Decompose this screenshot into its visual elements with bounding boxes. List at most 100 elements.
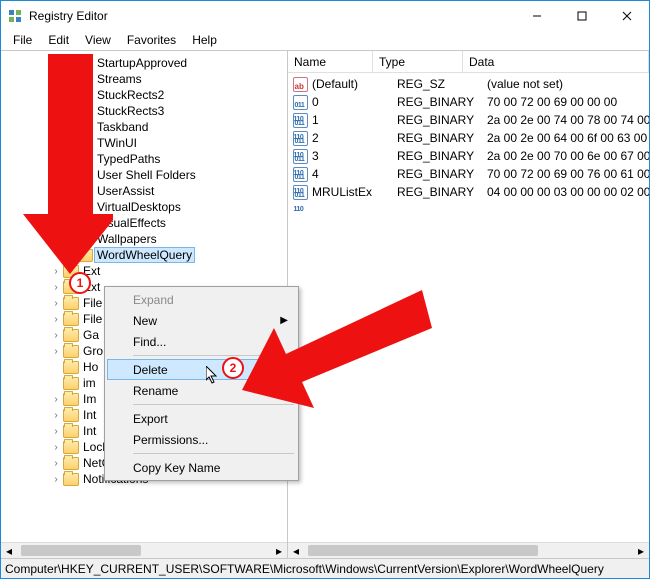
scroll-left-icon[interactable]: ◂ bbox=[288, 543, 304, 558]
folder-icon bbox=[63, 329, 79, 342]
scroll-right-icon[interactable]: ▸ bbox=[271, 543, 287, 558]
expand-icon[interactable]: › bbox=[63, 200, 77, 214]
annotation-marker-1: 1 bbox=[69, 272, 91, 294]
value-row[interactable]: 0111100REG_BINARY70 00 72 00 69 00 00 00 bbox=[288, 93, 649, 111]
maximize-button[interactable] bbox=[559, 1, 604, 30]
value-type: REG_BINARY bbox=[392, 95, 482, 109]
tree-item-label: User Shell Folders bbox=[97, 168, 196, 182]
value-name: (Default) bbox=[312, 77, 392, 91]
tree-item[interactable]: › TWinUI bbox=[1, 135, 287, 151]
minimize-button[interactable] bbox=[514, 1, 559, 30]
expand-icon[interactable]: › bbox=[49, 392, 63, 406]
value-row[interactable]: 0111103REG_BINARY2a 00 2e 00 70 00 6e 00… bbox=[288, 147, 649, 165]
tree-item[interactable]: TypedPaths bbox=[1, 151, 287, 167]
expand-icon[interactable]: › bbox=[49, 472, 63, 486]
tree-item-label: Wallpapers bbox=[97, 232, 157, 246]
expand-icon[interactable]: › bbox=[49, 408, 63, 422]
scroll-right-icon[interactable]: ▸ bbox=[633, 543, 649, 558]
expand-icon[interactable]: › bbox=[63, 72, 77, 86]
menu-edit[interactable]: Edit bbox=[40, 31, 77, 49]
tree-item[interactable]: WordWheelQuery bbox=[1, 247, 287, 263]
expand-icon[interactable]: › bbox=[49, 280, 63, 294]
folder-icon bbox=[77, 185, 93, 198]
values-list[interactable]: ab(Default)REG_SZ(value not set)0111100R… bbox=[288, 73, 649, 201]
binary-value-icon: 011110 bbox=[292, 166, 308, 182]
tree-item[interactable]: StuckRects2 bbox=[1, 87, 287, 103]
tree-item[interactable]: › Streams bbox=[1, 71, 287, 87]
scroll-thumb[interactable] bbox=[21, 545, 141, 556]
folder-icon bbox=[77, 169, 93, 182]
expand-icon[interactable]: › bbox=[63, 136, 77, 150]
tree-item[interactable]: › StartupApproved bbox=[1, 55, 287, 71]
expand-icon[interactable]: › bbox=[49, 328, 63, 342]
expand-icon[interactable]: › bbox=[63, 56, 77, 70]
values-hscrollbar[interactable]: ◂ ▸ bbox=[288, 542, 649, 558]
expand-icon[interactable] bbox=[63, 104, 77, 118]
string-value-icon: ab bbox=[292, 76, 308, 92]
menu-help[interactable]: Help bbox=[184, 31, 225, 49]
tree-item[interactable]: User Shell Folders bbox=[1, 167, 287, 183]
value-row[interactable]: 011110MRUListExREG_BINARY04 00 00 00 03 … bbox=[288, 183, 649, 201]
expand-icon[interactable] bbox=[63, 168, 77, 182]
tree-item[interactable]: StuckRects3 bbox=[1, 103, 287, 119]
folder-icon bbox=[63, 297, 79, 310]
values-pane[interactable]: Name Type Data ab(Default)REG_SZ(value n… bbox=[288, 51, 649, 558]
tree-item-label: Streams bbox=[97, 72, 142, 86]
expand-icon[interactable]: › bbox=[63, 216, 77, 230]
tree-item-label: Int bbox=[83, 424, 96, 438]
column-data[interactable]: Data bbox=[463, 51, 649, 72]
tree-item[interactable]: Taskband bbox=[1, 119, 287, 135]
folder-icon bbox=[77, 89, 93, 102]
ctx-rename[interactable]: Rename bbox=[107, 380, 296, 401]
expand-icon[interactable]: › bbox=[49, 296, 63, 310]
value-name: MRUListEx bbox=[312, 185, 392, 199]
ctx-export[interactable]: Export bbox=[107, 408, 296, 429]
tree-item-label: File bbox=[83, 312, 102, 326]
tree-hscrollbar[interactable]: ◂ ▸ bbox=[1, 542, 287, 558]
menu-favorites[interactable]: Favorites bbox=[119, 31, 184, 49]
expand-icon[interactable] bbox=[63, 120, 77, 134]
scroll-left-icon[interactable]: ◂ bbox=[1, 543, 17, 558]
ctx-permissions[interactable]: Permissions... bbox=[107, 429, 296, 450]
ctx-copy-key-name[interactable]: Copy Key Name bbox=[107, 457, 296, 478]
tree-item[interactable]: › Wallpapers bbox=[1, 231, 287, 247]
ctx-delete[interactable]: Delete bbox=[107, 359, 296, 380]
expand-icon[interactable]: › bbox=[63, 184, 77, 198]
tree-item[interactable]: ›VisualEffects bbox=[1, 215, 287, 231]
expand-icon[interactable] bbox=[63, 88, 77, 102]
scroll-thumb[interactable] bbox=[308, 545, 538, 556]
expand-icon[interactable]: › bbox=[49, 456, 63, 470]
folder-icon bbox=[63, 409, 79, 422]
expand-icon[interactable] bbox=[49, 360, 63, 374]
menu-view[interactable]: View bbox=[77, 31, 119, 49]
value-row[interactable]: 0111101REG_BINARY2a 00 2e 00 74 00 78 00… bbox=[288, 111, 649, 129]
expand-icon[interactable]: › bbox=[49, 264, 63, 278]
tree-item[interactable]: ›UserAssist bbox=[1, 183, 287, 199]
expand-icon[interactable]: › bbox=[49, 344, 63, 358]
expand-icon[interactable]: › bbox=[49, 424, 63, 438]
tree-item-label: File bbox=[83, 296, 102, 310]
tree-item-label: StartupApproved bbox=[97, 56, 187, 70]
expand-icon[interactable]: › bbox=[49, 312, 63, 326]
expand-icon[interactable] bbox=[63, 248, 77, 262]
value-data: 70 00 72 00 69 00 76 00 61 00 74 bbox=[482, 167, 649, 181]
value-type: REG_BINARY bbox=[392, 185, 482, 199]
folder-icon bbox=[77, 217, 93, 230]
value-row[interactable]: 0111104REG_BINARY70 00 72 00 69 00 76 00… bbox=[288, 165, 649, 183]
menu-file[interactable]: File bbox=[5, 31, 40, 49]
expand-icon[interactable]: › bbox=[49, 440, 63, 454]
ctx-find[interactable]: Find... bbox=[107, 331, 296, 352]
column-type[interactable]: Type bbox=[373, 51, 463, 72]
ctx-new[interactable]: New ▶ bbox=[107, 310, 296, 331]
value-row[interactable]: 0111102REG_BINARY2a 00 2e 00 64 00 6f 00… bbox=[288, 129, 649, 147]
value-row[interactable]: ab(Default)REG_SZ(value not set) bbox=[288, 75, 649, 93]
ctx-expand[interactable]: Expand bbox=[107, 289, 296, 310]
close-button[interactable] bbox=[604, 1, 649, 30]
expand-icon[interactable]: › bbox=[63, 232, 77, 246]
column-name[interactable]: Name bbox=[288, 51, 373, 72]
tree-item[interactable]: ›VirtualDesktops bbox=[1, 199, 287, 215]
tree-item[interactable]: ›Ext bbox=[1, 263, 287, 279]
tree-item-label: TWinUI bbox=[97, 136, 137, 150]
expand-icon[interactable] bbox=[63, 152, 77, 166]
expand-icon[interactable] bbox=[49, 376, 63, 390]
